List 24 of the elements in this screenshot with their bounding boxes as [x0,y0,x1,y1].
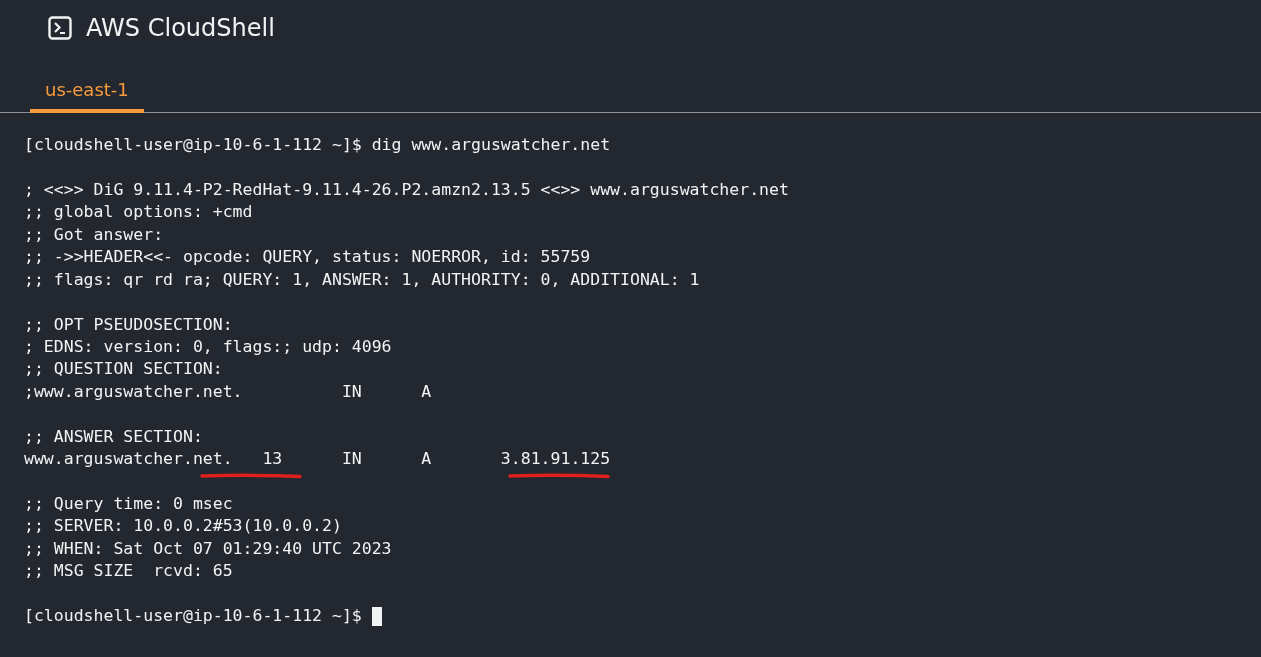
terminal-line: ; <<>> DiG 9.11.4-P2-RedHat-9.11.4-26.P2.amzn2.13.5 <<>> www.arguswatcher.net [24,178,790,201]
terminal-text: net. 13 [192,449,283,469]
terminal-line: ;; Got answer: [24,223,165,246]
region-tab[interactable]: us-east-1 [30,73,144,113]
terminal-line: ;; OPT PSEUDOSECTION: [24,313,234,336]
terminal-line: ;; Query time: 0 msec [24,493,234,515]
terminal-text: 3.81.91.125 [500,449,611,469]
terminal-line: ;; flags: qr rd ra; QUERY: 1, ANSWER: 1, AUTHORITY: 0, ADDITIONAL: 1 [24,268,701,291]
terminal-line: ;; SERVER: 10.0.0.2#53(10.0.0.2) [24,515,343,538]
terminal-line: ; EDNS: version: 0, flags:; udp: 4096 [24,335,393,358]
terminal-line: ;; WHEN: Sat Oct 07 01:29:40 UTC 2023 [24,537,393,560]
terminal-line: ;; ->>HEADER<<- opcode: QUERY, status: NOERROR, id: 55759 [24,246,592,269]
terminal-text: www.arguswatcher. [24,449,193,469]
text-cursor [371,606,382,626]
terminal-line: ;; ANSWER SECTION: [24,425,204,448]
app-title: AWS CloudShell [86,14,275,42]
terminal-line: ;; global options: +cmd [24,201,254,224]
shell-prompt: [cloudshell-user@ip-10-6-1-112 ~]$ [24,605,363,628]
terminal-line: ;; QUESTION SECTION: [24,358,224,381]
terminal-icon [48,16,72,40]
terminal-line: ;; MSG SIZE rcvd: 65 [24,560,234,583]
terminal-text: IN A [340,449,433,469]
terminal-line: ;www.arguswatcher.net. IN A [24,380,433,403]
terminal-line: [cloudshell-user@ip-10-6-1-112 ~]$ dig www.arguswatcher.net [24,134,612,156]
